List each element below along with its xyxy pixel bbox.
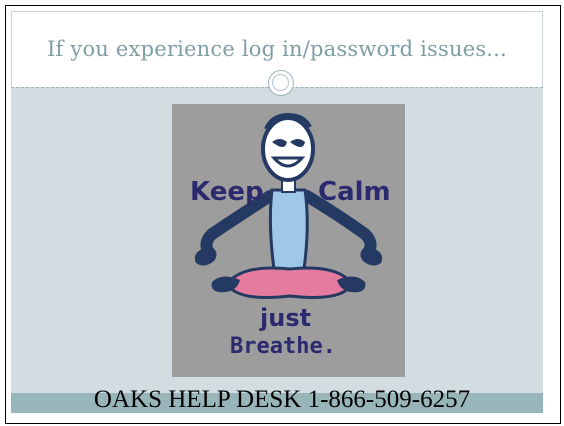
circle-ornament-icon — [268, 70, 294, 96]
help-desk-phone: OAKS HELP DESK 1-866-509-6257 — [93, 386, 471, 413]
poster-keep-text: Keep — [190, 177, 264, 207]
meditating-figure-icon: Keep Calm just Breathe. — [190, 112, 391, 359]
poster-breathe-text: Breathe. — [230, 334, 336, 359]
poster-just-text: just — [259, 304, 311, 332]
slide-title: If you experience log in/password issues… — [47, 37, 507, 61]
poster-calm-text: Calm — [318, 177, 391, 207]
keep-calm-poster: Keep Calm just Breathe. — [172, 104, 405, 377]
